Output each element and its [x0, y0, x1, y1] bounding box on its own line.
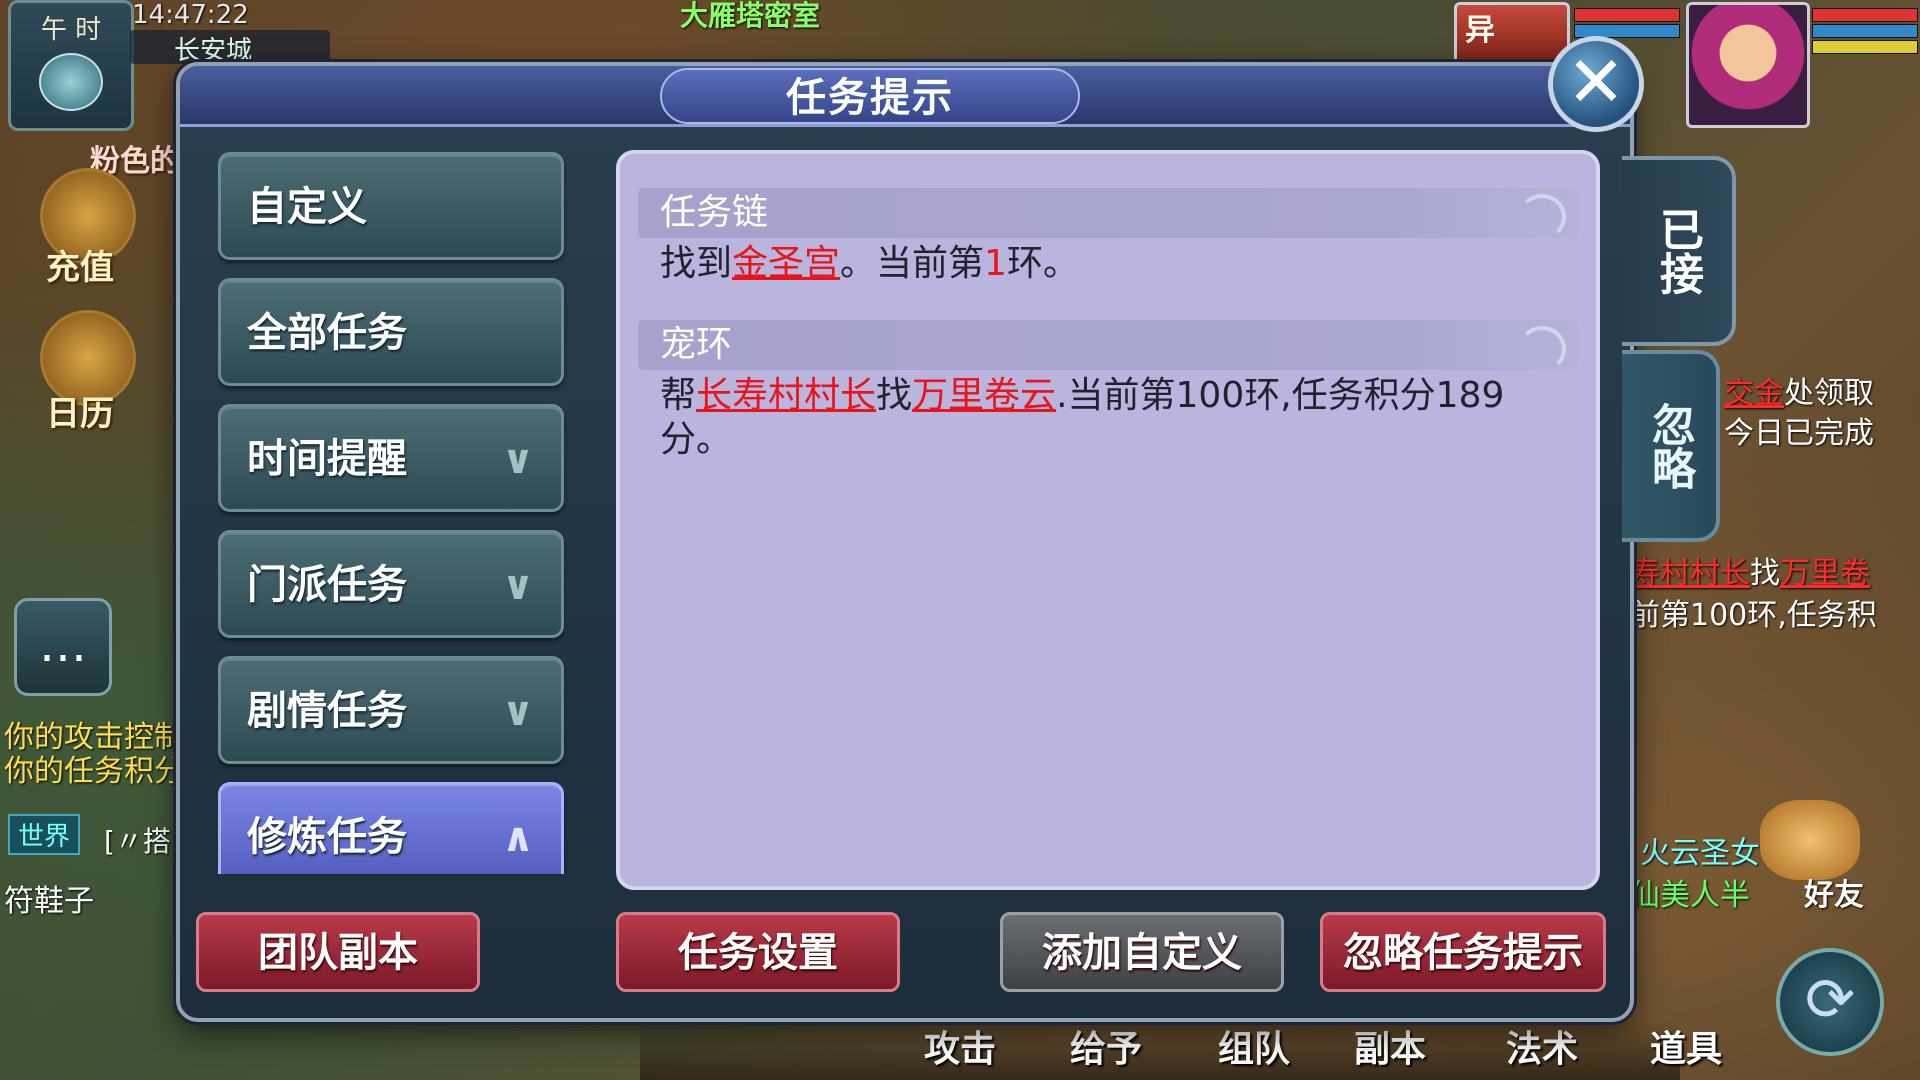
hero-hp-bar	[1812, 8, 1918, 22]
tab-label: 已接	[1652, 207, 1703, 295]
category-story-tasks[interactable]: 剧情任务 ∨	[218, 656, 564, 764]
hero-portrait[interactable]	[1686, 2, 1810, 128]
tab-ignored[interactable]: 忽略	[1622, 350, 1720, 542]
attack-button[interactable]: 攻击	[924, 1020, 996, 1072]
category-time-reminder[interactable]: 时间提醒 ∨	[218, 404, 564, 512]
task-detail-panel: 任务链 找到金圣宫。当前第1环。 宠环 帮长寿村村长找万里卷云.当前第100环,…	[616, 150, 1600, 890]
chevron-up-icon: ∧	[501, 815, 535, 861]
section-text: 找到金圣宫。当前第1环。	[660, 243, 1079, 284]
top-banner-text: 大雁塔密室	[680, 0, 821, 32]
ignore-task-tips-button[interactable]: 忽略任务提示	[1320, 912, 1606, 992]
category-label: 自定义	[247, 184, 367, 230]
category-list[interactable]: 自定义 全部任务 时间提醒 ∨ 门派任务 ∨ 剧情任务 ∨ 修炼任务 ∧	[218, 152, 568, 874]
chevron-down-icon: ∨	[501, 437, 535, 483]
team-button[interactable]: 组队	[1218, 1020, 1290, 1072]
location-link[interactable]: 金圣宫	[732, 243, 840, 284]
section-heading: 宠环	[638, 320, 1578, 372]
quest-tracker-line: 今日已完成	[1724, 416, 1874, 451]
give-button[interactable]: 给予	[1070, 1020, 1142, 1072]
clock-label: 午 时	[40, 15, 102, 45]
category-cultivation-tasks[interactable]: 修炼任务 ∧	[218, 782, 564, 874]
hero-mp-bar	[1812, 24, 1918, 38]
chat-line: 你的任务积分	[4, 754, 184, 789]
category-label: 修炼任务	[247, 814, 407, 860]
category-label: 剧情任务	[247, 688, 407, 734]
friends-label[interactable]: 好友	[1804, 870, 1864, 914]
dungeon-button[interactable]: 副本	[1354, 1020, 1426, 1072]
category-label: 全部任务	[247, 310, 407, 356]
pet-ring-section: 宠环 帮长寿村村长找万里卷云.当前第100环,任务积分189分。	[638, 320, 1578, 462]
pet-portrait[interactable]: 异	[1454, 2, 1570, 68]
category-label: 门派任务	[247, 562, 407, 608]
section-text: 帮长寿村村长找万里卷云.当前第100环,任务积分189分。	[660, 375, 1505, 460]
world-channel-tag[interactable]: 世界	[8, 814, 81, 855]
task-tips-dialog: 任务提示 自定义 全部任务 时间提醒 ∨ 门派任务 ∨ 剧情任务 ∨ 修炼任务 …	[176, 62, 1634, 1022]
npc-link[interactable]: 长寿村村长	[696, 375, 876, 416]
quest-tracker-line[interactable]: 寿村村长找万里卷	[1630, 548, 1870, 592]
close-icon[interactable]: ✕	[1548, 36, 1644, 132]
task-settings-button[interactable]: 任务设置	[616, 912, 900, 992]
dialog-titlebar: 任务提示	[180, 66, 1630, 127]
hero-rage-bar	[1812, 40, 1918, 54]
team-dungeon-button[interactable]: 团队副本	[196, 912, 480, 992]
chevron-down-icon: ∨	[501, 563, 535, 609]
npc-title: 仙美人半	[1630, 878, 1750, 913]
spells-button[interactable]: 法术	[1506, 1020, 1578, 1072]
chat-bubble-icon[interactable]: …	[14, 598, 112, 696]
tab-label: 忽略	[1644, 402, 1695, 490]
handshake-icon[interactable]	[1760, 800, 1860, 880]
time-of-day-panel[interactable]: 午 时	[8, 0, 134, 131]
section-heading: 任务链	[638, 188, 1578, 240]
dialog-title: 任务提示	[660, 68, 1080, 124]
category-custom[interactable]: 自定义	[218, 152, 564, 260]
calendar-label: 日历	[46, 394, 114, 434]
chevron-down-icon: ∨	[501, 689, 535, 735]
quest-tracker-line[interactable]: 交金处领取	[1724, 368, 1874, 412]
world-chat-text: [〃搭	[104, 825, 171, 858]
category-all-tasks[interactable]: 全部任务	[218, 278, 564, 386]
tab-accepted[interactable]: 已接	[1622, 156, 1736, 346]
npc-name: 火云圣女	[1640, 836, 1760, 871]
recharge-label: 充值	[46, 248, 114, 288]
category-label: 时间提醒	[247, 436, 407, 482]
city-name[interactable]: 长安城	[130, 30, 330, 66]
refresh-icon[interactable]: ⟳	[1776, 948, 1884, 1056]
clock-emblem-icon	[39, 53, 103, 111]
task-chain-section: 任务链 找到金圣宫。当前第1环。	[638, 188, 1578, 286]
pet-hp-bar	[1574, 8, 1680, 22]
game-time: 14:47:22	[132, 0, 249, 30]
add-custom-button[interactable]: 添加自定义	[1000, 912, 1284, 992]
category-sect-tasks[interactable]: 门派任务 ∨	[218, 530, 564, 638]
quest-tracker-line: 前第100环,任务积	[1630, 598, 1877, 633]
item-link[interactable]: 万里卷云	[912, 375, 1056, 416]
items-button[interactable]: 道具	[1650, 1020, 1722, 1072]
pet-badge: 异	[1465, 13, 1495, 48]
chat-sender: 符鞋子	[4, 884, 94, 919]
